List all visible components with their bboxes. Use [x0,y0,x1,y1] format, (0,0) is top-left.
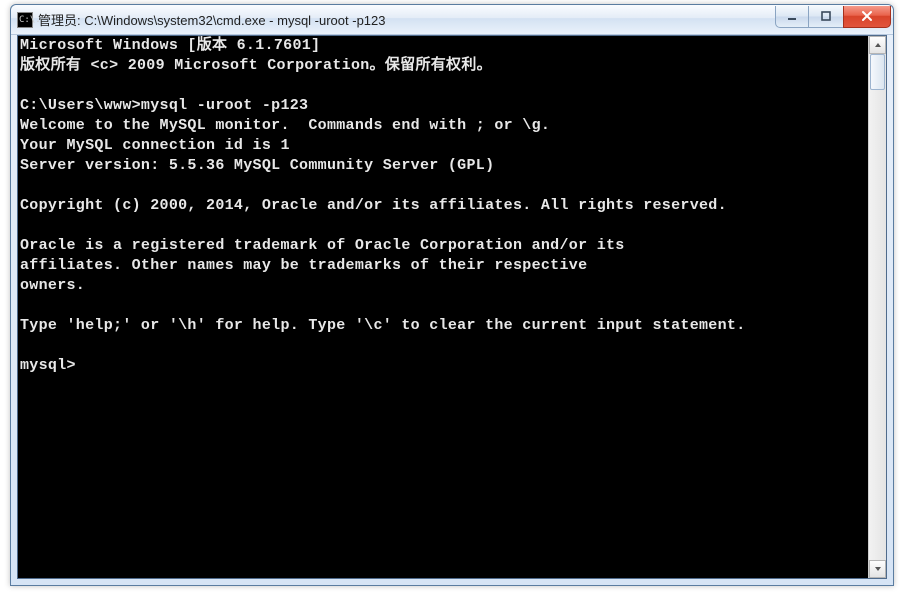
chevron-down-icon [874,565,882,573]
chevron-up-icon [874,41,882,49]
maximize-icon [820,10,832,22]
terminal-output[interactable]: Microsoft Windows [版本 6.1.7601] 版权所有 <c>… [18,36,868,578]
minimize-icon [786,10,798,22]
titlebar[interactable]: C:\. 管理员: C:\Windows\system32\cmd.exe - … [11,5,893,35]
scroll-up-button[interactable] [869,36,886,54]
scroll-down-button[interactable] [869,560,886,578]
cmd-window: C:\. 管理员: C:\Windows\system32\cmd.exe - … [10,4,894,586]
window-title: 管理员: C:\Windows\system32\cmd.exe - mysql… [38,10,775,29]
close-button[interactable] [843,6,891,28]
vertical-scrollbar[interactable] [868,36,886,578]
scrollbar-thumb[interactable] [870,54,885,90]
client-area: Microsoft Windows [版本 6.1.7601] 版权所有 <c>… [17,35,887,579]
cmd-icon: C:\. [17,12,33,28]
minimize-button[interactable] [775,6,809,28]
close-icon [860,10,874,22]
maximize-button[interactable] [809,6,843,28]
scrollbar-track[interactable] [869,54,886,560]
window-controls [775,6,891,28]
